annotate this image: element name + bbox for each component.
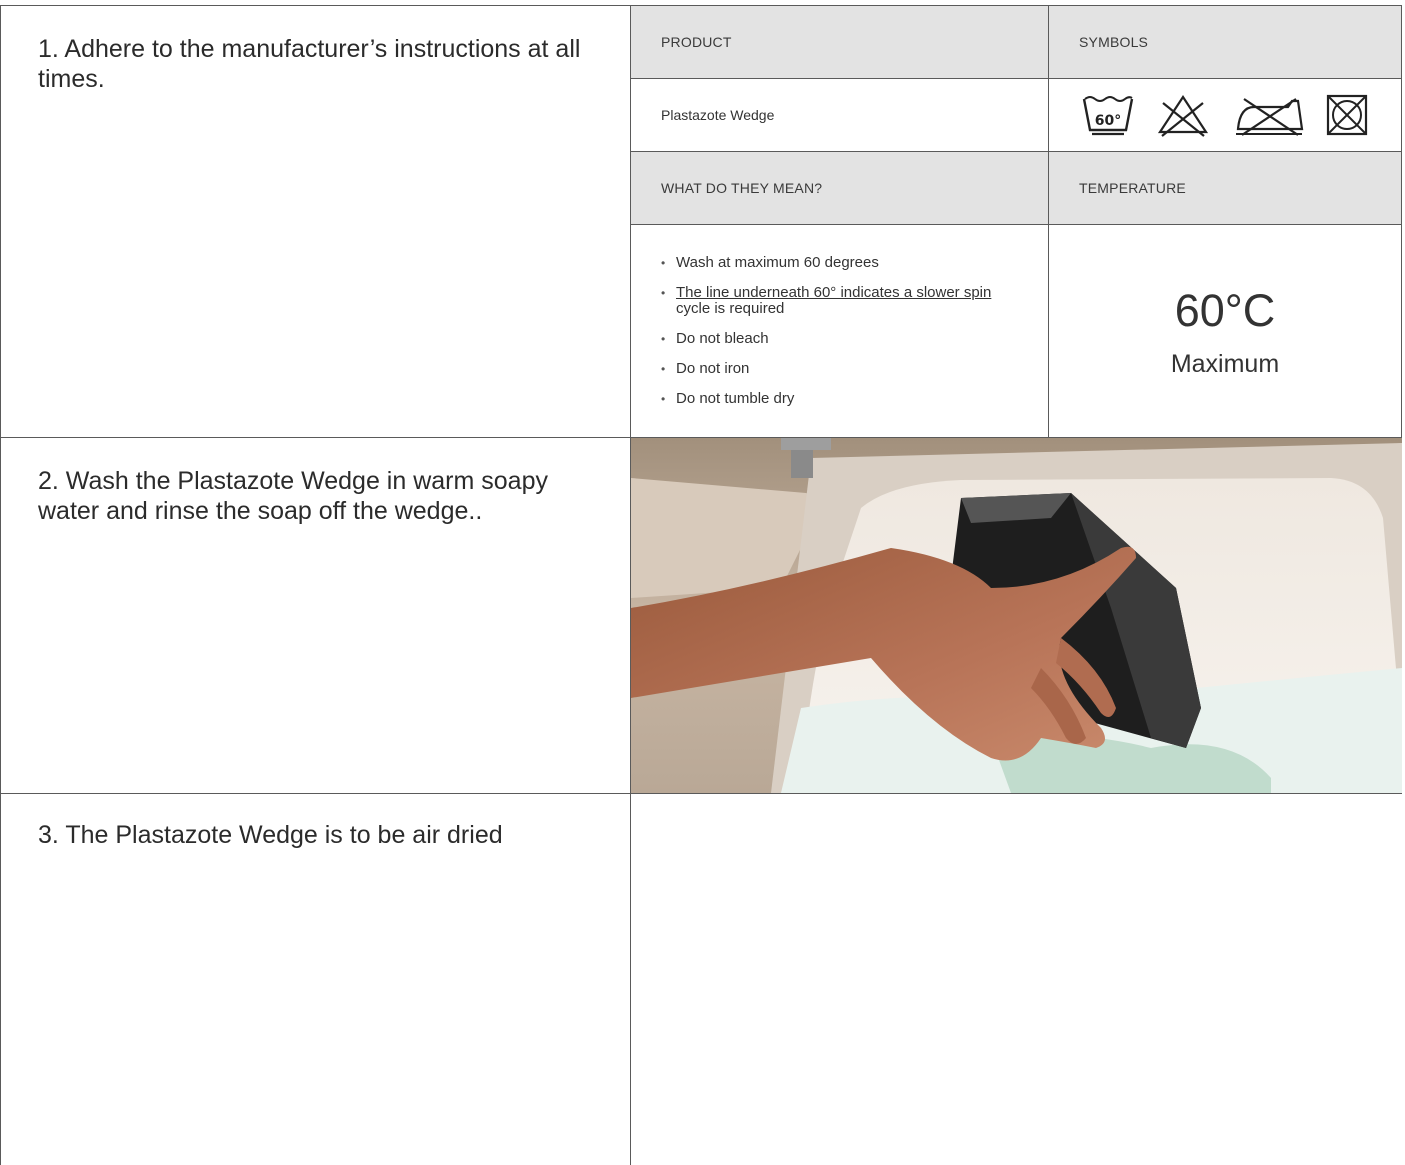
meaning-item: Do not iron <box>661 361 1001 378</box>
meaning-item: Wash at maximum 60 degrees <box>661 255 1001 272</box>
meaning-item-suffix: cycle is required <box>676 300 785 317</box>
do-not-tumble-dry-icon <box>1326 94 1368 136</box>
meanings-list: Wash at maximum 60 degrees The line unde… <box>661 255 1001 421</box>
wash-60-gentle-icon: 60° <box>1082 96 1134 136</box>
product-header: PRODUCT <box>631 6 1048 78</box>
meaning-item: Do not bleach <box>661 331 1001 348</box>
temperature-cell: 60°C Maximum <box>1049 225 1401 437</box>
meanings-cell: Wash at maximum 60 degrees The line unde… <box>631 225 1048 437</box>
symbols-header: SYMBOLS <box>1049 6 1401 78</box>
meaning-item: The line underneath 60° indicates a slow… <box>661 285 1001 317</box>
care-symbols: 60° <box>1049 79 1401 151</box>
hand-washing-wedge-photo <box>631 438 1402 793</box>
step-1-text: 1. Adhere to the manufacturer’s instruct… <box>38 35 581 93</box>
section-divider <box>0 793 1402 794</box>
care-instructions-sheet: 1. Adhere to the manufacturer’s instruct… <box>0 0 1405 1165</box>
product-name: Plastazote Wedge <box>661 107 775 123</box>
wash-temperature-label: 60° <box>1095 113 1121 129</box>
meaning-item: Do not tumble dry <box>661 391 1001 408</box>
meaning-header: WHAT DO THEY MEAN? <box>631 152 1048 224</box>
left-border <box>0 5 1 1165</box>
do-not-iron-icon <box>1236 98 1304 136</box>
temperature-label: Maximum <box>1170 350 1280 378</box>
step-2-text: 2. Wash the Plastazote Wedge in warm soa… <box>38 467 548 525</box>
step-3-text: 3. The Plastazote Wedge is to be air dri… <box>38 821 503 849</box>
temperature-value: 60°C <box>1174 285 1276 336</box>
meaning-item-underlined: The line underneath 60° indicates a slow… <box>676 284 992 301</box>
temperature-header: TEMPERATURE <box>1049 152 1401 224</box>
do-not-bleach-icon <box>1157 94 1209 137</box>
